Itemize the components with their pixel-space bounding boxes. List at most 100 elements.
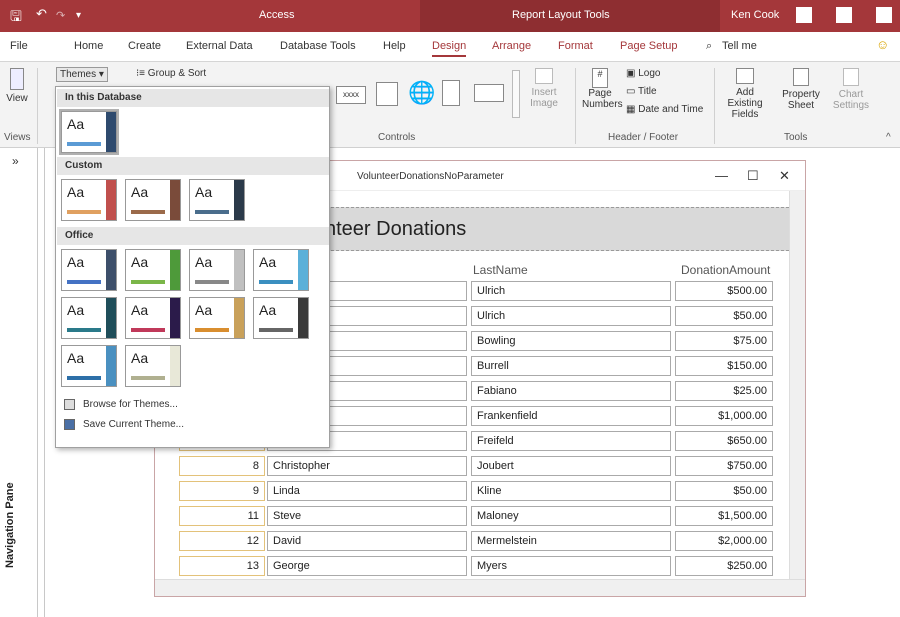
add-existing-fields-button[interactable]: Add Existing Fields: [720, 68, 770, 120]
cell-amount[interactable]: $250.00: [675, 556, 773, 576]
cell-lastname[interactable]: Maloney: [471, 506, 671, 526]
view-button[interactable]: View: [4, 68, 30, 104]
theme-thumbnail[interactable]: Aa: [125, 249, 181, 291]
theme-thumbnail[interactable]: Aa: [189, 249, 245, 291]
theme-thumbnail[interactable]: Aa: [253, 249, 309, 291]
tab-external-data[interactable]: External Data: [186, 40, 253, 52]
cell-lastname[interactable]: Fabiano: [471, 381, 671, 401]
page-numbers-button[interactable]: # Page Numbers: [582, 68, 623, 110]
logo-button[interactable]: ▣ Logo: [626, 68, 660, 79]
cell-firstname[interactable]: Christopher: [267, 456, 467, 476]
cell-lastname[interactable]: Burrell: [471, 356, 671, 376]
cell-lastname[interactable]: Kline: [471, 481, 671, 501]
save-current-theme[interactable]: Save Current Theme...: [64, 419, 184, 430]
cell-amount[interactable]: $25.00: [675, 381, 773, 401]
title-button[interactable]: ▭ Title: [626, 86, 657, 97]
col-header-amount[interactable]: DonationAmount: [681, 263, 770, 277]
close-window-icon[interactable]: [876, 7, 892, 23]
close-report-icon[interactable]: ✕: [779, 168, 790, 184]
cell-lastname[interactable]: Ulrich: [471, 281, 671, 301]
undo-icon[interactable]: ↶: [36, 6, 47, 22]
minimize-report-icon[interactable]: —: [715, 168, 728, 183]
cell-id[interactable]: 9: [179, 481, 265, 501]
theme-thumbnail[interactable]: Aa: [61, 249, 117, 291]
cell-id[interactable]: 11: [179, 506, 265, 526]
theme-sample-text: Aa: [259, 302, 277, 318]
expand-nav-icon[interactable]: »: [12, 154, 19, 168]
cell-lastname[interactable]: Ulrich: [471, 306, 671, 326]
date-time-button[interactable]: ▦ Date and Time: [626, 104, 703, 115]
tab-help[interactable]: Help: [383, 40, 406, 52]
qat-customize-icon[interactable]: ▾: [76, 10, 81, 21]
vertical-scrollbar[interactable]: [789, 191, 805, 579]
navigation-pane[interactable]: » Navigation Pane: [0, 148, 38, 617]
cell-lastname[interactable]: Joubert: [471, 456, 671, 476]
minimize-icon[interactable]: [836, 7, 852, 23]
theme-thumbnail[interactable]: Aa: [61, 179, 117, 221]
cell-id[interactable]: 13: [179, 556, 265, 576]
cell-amount[interactable]: $2,000.00: [675, 531, 773, 551]
cell-lastname[interactable]: Frankenfield: [471, 406, 671, 426]
tab-page-setup[interactable]: Page Setup: [620, 40, 678, 52]
search-icon[interactable]: ⌕: [706, 40, 712, 53]
cell-lastname[interactable]: Freifeld: [471, 431, 671, 451]
cell-lastname[interactable]: Myers: [471, 556, 671, 576]
smiley-icon[interactable]: ☺: [876, 37, 889, 52]
cell-id[interactable]: 8: [179, 456, 265, 476]
theme-thumbnail[interactable]: Aa: [189, 179, 245, 221]
theme-thumbnail[interactable]: Aa: [61, 297, 117, 339]
controls-scroll[interactable]: [512, 70, 520, 118]
browse-themes[interactable]: Browse for Themes...: [64, 399, 178, 410]
tab-format[interactable]: Format: [558, 40, 593, 52]
tab-arrange[interactable]: Arrange: [492, 40, 531, 52]
insert-image-button[interactable]: Insert Image: [526, 68, 562, 109]
cell-amount[interactable]: $1,500.00: [675, 506, 773, 526]
cell-firstname[interactable]: George: [267, 556, 467, 576]
cell-amount[interactable]: $650.00: [675, 431, 773, 451]
group-sort-button[interactable]: ⁝≡ Group & Sort: [136, 68, 206, 79]
themes-button[interactable]: Themes ▾: [56, 67, 108, 82]
cell-firstname[interactable]: Linda: [267, 481, 467, 501]
tab-database-tools[interactable]: Database Tools: [280, 40, 356, 52]
cell-firstname[interactable]: Steve: [267, 506, 467, 526]
hyperlink-icon[interactable]: 🌐: [408, 80, 435, 106]
theme-thumbnail[interactable]: Aa: [125, 297, 181, 339]
cell-amount[interactable]: $50.00: [675, 481, 773, 501]
cell-amount[interactable]: $1,000.00: [675, 406, 773, 426]
cell-amount[interactable]: $150.00: [675, 356, 773, 376]
theme-thumbnail[interactable]: Aa: [253, 297, 309, 339]
tab-file[interactable]: File: [10, 40, 28, 52]
property-sheet-button[interactable]: Property Sheet: [776, 68, 826, 111]
tab-create[interactable]: Create: [128, 40, 161, 52]
textbox-control[interactable]: xxxx: [336, 86, 366, 104]
cell-amount[interactable]: $750.00: [675, 456, 773, 476]
ribbon-display-icon[interactable]: [796, 7, 812, 23]
user-name[interactable]: Ken Cook: [731, 9, 779, 21]
report-heading[interactable]: nteer Donations: [325, 218, 466, 241]
horizontal-scrollbar[interactable]: [155, 579, 805, 596]
theme-thumbnail[interactable]: Aa: [125, 345, 181, 387]
collapse-ribbon-icon[interactable]: ^: [886, 132, 891, 143]
cell-amount[interactable]: $500.00: [675, 281, 773, 301]
chart-settings-button[interactable]: Chart Settings: [830, 68, 872, 111]
tab-design[interactable]: Design: [432, 40, 467, 57]
theme-thumbnail[interactable]: Aa: [125, 179, 181, 221]
theme-thumbnail[interactable]: Aa: [59, 109, 119, 155]
col-header-lastname[interactable]: LastName: [473, 263, 528, 277]
cell-id[interactable]: 12: [179, 531, 265, 551]
redo-icon[interactable]: ↷: [56, 9, 65, 22]
combo-control-icon[interactable]: [474, 84, 504, 102]
tell-me[interactable]: Tell me: [722, 40, 757, 52]
list-control-icon[interactable]: [442, 80, 460, 106]
cell-amount[interactable]: $50.00: [675, 306, 773, 326]
save-icon[interactable]: 🖫: [10, 6, 22, 30]
tab-home[interactable]: Home: [74, 40, 103, 52]
label-control-icon[interactable]: [376, 82, 398, 106]
cell-firstname[interactable]: David: [267, 531, 467, 551]
cell-lastname[interactable]: Mermelstein: [471, 531, 671, 551]
cell-amount[interactable]: $75.00: [675, 331, 773, 351]
maximize-report-icon[interactable]: ☐: [747, 168, 759, 184]
cell-lastname[interactable]: Bowling: [471, 331, 671, 351]
theme-thumbnail[interactable]: Aa: [189, 297, 245, 339]
theme-thumbnail[interactable]: Aa: [61, 345, 117, 387]
